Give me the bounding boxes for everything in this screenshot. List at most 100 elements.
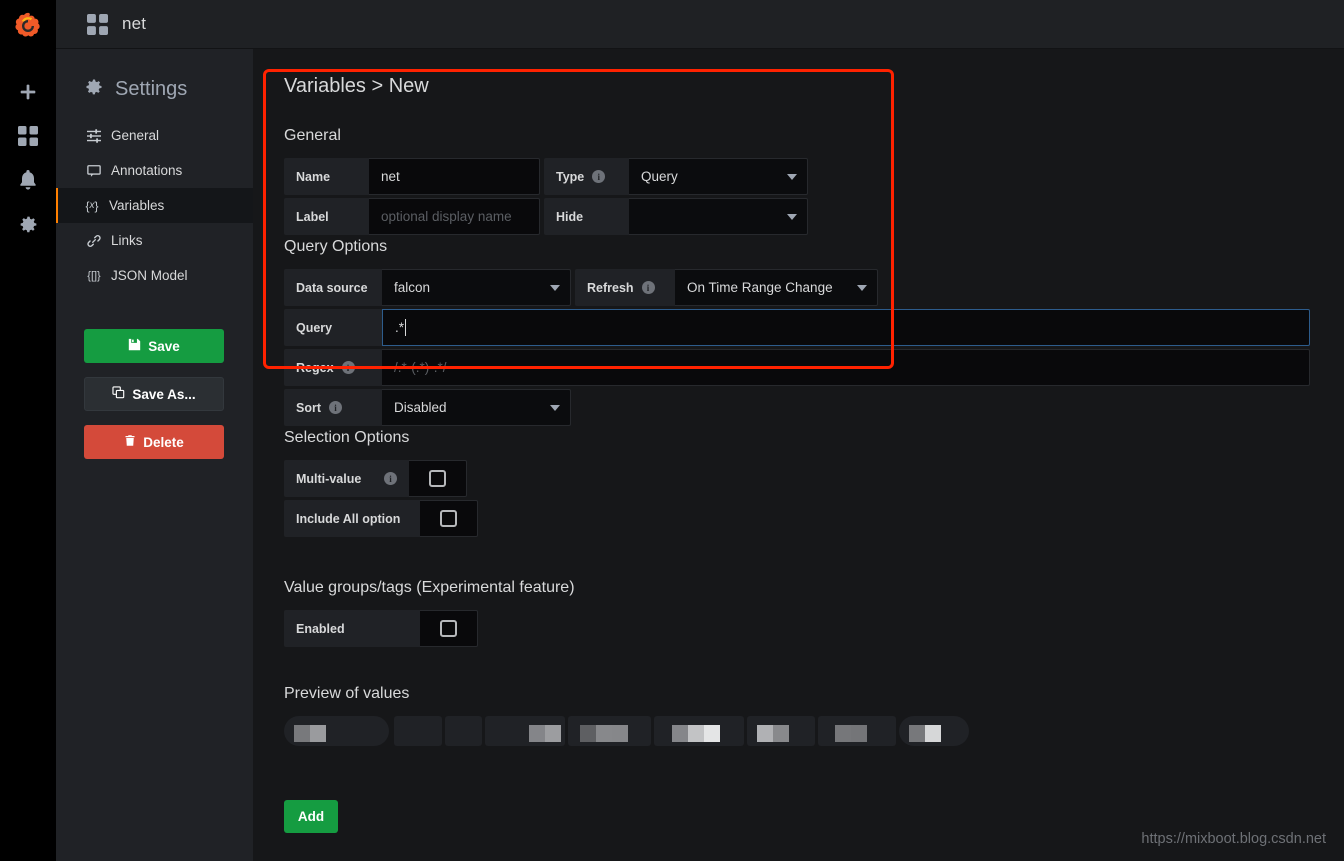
grafana-logo-icon[interactable] (10, 8, 46, 44)
settings-nav: General Annotations {x} Variables Links … (56, 118, 253, 293)
preview-value-chip[interactable] (899, 716, 969, 746)
settings-sidebar: Settings General Annotations {x} Variabl… (56, 49, 253, 861)
refresh-value: On Time Range Change (687, 280, 833, 295)
enabled-label: Enabled (284, 610, 420, 647)
braces-brackets-icon: {[]} (87, 269, 101, 282)
dashboards-grid-icon[interactable] (87, 13, 108, 35)
bell-icon[interactable] (0, 158, 56, 202)
sidebar-item-links[interactable]: Links (56, 223, 253, 258)
multi-value-checkbox-cell[interactable] (409, 460, 467, 497)
include-all-checkbox-cell[interactable] (420, 500, 478, 537)
label-input[interactable]: optional display name (369, 198, 540, 235)
floppy-disk-icon (128, 338, 141, 354)
query-options-row-1: Data source falcon Refresh i On Time Ran… (284, 269, 1344, 306)
sidebar-item-label: Variables (109, 198, 165, 213)
name-label: Name (284, 158, 369, 195)
multi-value-checkbox[interactable] (429, 470, 446, 487)
multi-value-label-text: Multi-value (296, 471, 362, 486)
preview-value-chip[interactable] (654, 716, 744, 746)
sort-label: Sort i (284, 389, 382, 426)
sidebar-item-general[interactable]: General (56, 118, 253, 153)
section-heading-selection-options: Selection Options (284, 429, 410, 446)
info-icon[interactable]: i (592, 170, 606, 183)
section-heading-value-groups: Value groups/tags (Experimental feature) (284, 579, 575, 596)
regex-row: Regex i /.*-(.*)-.*/ (284, 349, 1344, 386)
multi-value-group: Multi-value i (284, 460, 467, 497)
sidebar-item-label: Links (111, 233, 143, 248)
data-source-select[interactable]: falcon (382, 269, 571, 306)
sidebar-item-json-model[interactable]: {[]} JSON Model (56, 258, 253, 293)
link-icon (86, 234, 102, 248)
sidebar-item-annotations[interactable]: Annotations (56, 153, 253, 188)
dashboards-grid-icon[interactable] (0, 114, 56, 158)
plus-icon[interactable] (0, 70, 56, 114)
settings-heading: Settings (56, 49, 253, 102)
sidebar-item-label: JSON Model (111, 268, 188, 283)
regex-input[interactable]: /.*-(.*)-.*/ (382, 349, 1310, 386)
sliders-icon (86, 128, 102, 143)
preview-value-chip[interactable] (445, 716, 482, 746)
gear-icon[interactable] (0, 202, 56, 246)
sort-row: Sort i Disabled (284, 389, 1344, 426)
include-all-label: Include All option (284, 500, 420, 537)
data-source-value: falcon (394, 280, 431, 295)
include-all-checkbox[interactable] (440, 510, 457, 527)
type-label-text: Type (556, 169, 585, 184)
hide-field-group: Hide (544, 198, 808, 235)
value-groups-enabled-row: Enabled (284, 610, 1344, 647)
trash-icon (124, 434, 136, 450)
chevron-down-icon (787, 173, 797, 180)
save-button-label: Save (148, 338, 180, 354)
name-input[interactable]: net (369, 158, 540, 195)
add-button[interactable]: Add (284, 800, 338, 833)
preview-value-chip[interactable] (568, 716, 651, 746)
sidebar-item-variables[interactable]: {x} Variables (56, 188, 253, 223)
data-source-label: Data source (284, 269, 382, 306)
label-field-group: Label optional display name (284, 198, 540, 235)
hide-select[interactable] (629, 198, 808, 235)
watermark-text: https://mixboot.blog.csdn.net (1141, 831, 1326, 847)
preview-values-list (284, 716, 969, 754)
label-label: Label (284, 198, 369, 235)
chevron-down-icon (857, 284, 867, 291)
multi-value-row: Multi-value i (284, 460, 1344, 497)
preview-value-chip[interactable] (485, 716, 565, 746)
sort-value: Disabled (394, 400, 447, 415)
enabled-checkbox[interactable] (440, 620, 457, 637)
info-icon[interactable]: i (341, 361, 355, 374)
preview-value-chip[interactable] (818, 716, 896, 746)
refresh-label-text: Refresh (587, 280, 634, 295)
include-all-row: Include All option (284, 500, 1344, 537)
general-row-1: Name net Type i Query (284, 158, 1344, 195)
info-icon[interactable]: i (641, 281, 655, 294)
delete-button[interactable]: Delete (84, 425, 224, 459)
variable-editor: Variables > New General Name net Type i … (253, 49, 1344, 861)
save-button[interactable]: Save (84, 329, 224, 363)
query-input[interactable]: .* (382, 309, 1310, 346)
general-row-2: Label optional display name Hide (284, 198, 1344, 235)
save-as-button[interactable]: Save As... (84, 377, 224, 411)
sidebar-item-label: Annotations (111, 163, 183, 178)
braces-x-icon: {x} (85, 198, 99, 213)
enabled-checkbox-cell[interactable] (420, 610, 478, 647)
value-groups-enabled-group: Enabled (284, 610, 478, 647)
sort-label-text: Sort (296, 400, 321, 415)
regex-field-group: Regex i /.*-(.*)-.*/ (284, 349, 1310, 386)
chevron-down-icon (550, 284, 560, 291)
sidebar-actions: Save Save As... Delete (56, 329, 253, 459)
preview-value-chip[interactable] (284, 716, 389, 746)
settings-title: Settings (115, 78, 188, 100)
type-select[interactable]: Query (629, 158, 808, 195)
info-icon[interactable]: i (329, 401, 342, 414)
type-label: Type i (544, 158, 629, 195)
sort-select[interactable]: Disabled (382, 389, 571, 426)
preview-value-chip[interactable] (747, 716, 815, 746)
refresh-select[interactable]: On Time Range Change (675, 269, 878, 306)
info-icon[interactable]: i (384, 472, 397, 485)
regex-label: Regex i (284, 349, 382, 386)
dashboard-title[interactable]: net (122, 14, 146, 34)
preview-value-chip[interactable] (394, 716, 442, 746)
query-row: Query .* (284, 309, 1344, 346)
section-heading-general: General (284, 127, 341, 144)
copy-icon (112, 386, 125, 402)
